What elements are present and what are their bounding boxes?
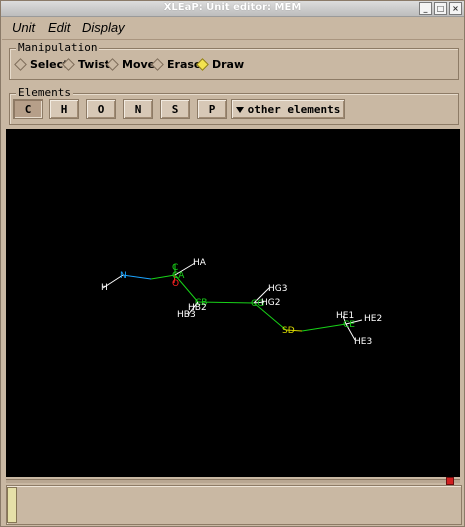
arrow-down-icon	[235, 107, 244, 113]
element-o-button[interactable]: O	[86, 99, 116, 119]
other-elements-label: other elements	[247, 103, 341, 116]
manip-move-radio[interactable]: Move	[106, 58, 155, 71]
manipulation-label: Manipulation	[16, 41, 100, 54]
atom-hg3[interactable]: HG3	[268, 284, 287, 294]
element-n-button[interactable]: N	[123, 99, 153, 119]
element-s-button[interactable]: S	[160, 99, 190, 119]
radio-on-icon	[196, 58, 209, 71]
manip-twist-radio[interactable]: Twist	[62, 58, 110, 71]
window-controls: _ □ ×	[419, 2, 462, 15]
atom-hb3[interactable]: HB3	[177, 310, 196, 320]
menu-edit[interactable]: Edit	[48, 20, 70, 35]
elements-group: Elements C H O N S P other elements	[9, 86, 459, 125]
unit-editor-window: XLEaP: Unit editor: MEM _ □ × Unit Edit …	[0, 0, 465, 527]
element-c-button[interactable]: C	[13, 99, 43, 119]
minimize-button[interactable]: _	[419, 2, 432, 15]
menu-display[interactable]: Display	[82, 20, 125, 35]
maximize-button[interactable]: □	[434, 2, 447, 15]
command-area[interactable]	[6, 485, 462, 525]
window-title: XLEaP: Unit editor: MEM	[163, 2, 302, 13]
molecule-svg: H N C CA O HA CB HB2 HB3 CG HG3 HG2 SD H…	[101, 258, 382, 347]
menu-bar: Unit Edit Display	[2, 17, 463, 40]
atom-ce[interactable]: CE	[343, 320, 355, 330]
atom-o[interactable]: O	[172, 279, 179, 289]
manip-draw-radio[interactable]: Draw	[196, 58, 245, 71]
other-elements-button[interactable]: other elements	[231, 99, 345, 119]
atom-he2[interactable]: HE2	[364, 314, 382, 324]
menu-unit[interactable]: Unit	[12, 20, 35, 35]
close-button[interactable]: ×	[449, 2, 462, 15]
atom-he3[interactable]: HE3	[354, 337, 372, 347]
atom-h[interactable]: H	[101, 283, 108, 293]
atom-n[interactable]: N	[120, 271, 127, 281]
manipulation-group: Manipulation Select Twist Move Erase Dra…	[9, 41, 459, 80]
atom-ha[interactable]: HA	[193, 258, 207, 268]
canvas-divider[interactable]	[6, 479, 460, 483]
radio-off-icon	[14, 58, 27, 71]
atom-sd[interactable]: SD	[282, 326, 295, 336]
title-bar: XLEaP: Unit editor: MEM _ □ ×	[1, 1, 464, 17]
radio-off-icon	[106, 58, 119, 71]
manip-erase-radio[interactable]: Erase	[151, 58, 201, 71]
element-p-button[interactable]: P	[197, 99, 227, 119]
bond-sd-ce-c	[301, 323, 347, 332]
manip-select-radio[interactable]: Select	[14, 58, 68, 71]
element-h-button[interactable]: H	[49, 99, 79, 119]
atom-hg2[interactable]: HG2	[261, 298, 280, 308]
elements-label: Elements	[16, 86, 73, 99]
resize-handle[interactable]	[446, 477, 454, 485]
bond-n-ca-n	[122, 274, 152, 280]
molecule-canvas[interactable]: H N C CA O HA CB HB2 HB3 CG HG3 HG2 SD H…	[6, 129, 460, 477]
command-scrollbar[interactable]	[7, 487, 17, 523]
radio-off-icon	[151, 58, 164, 71]
manip-draw-label: Draw	[212, 58, 245, 71]
radio-off-icon	[62, 58, 75, 71]
